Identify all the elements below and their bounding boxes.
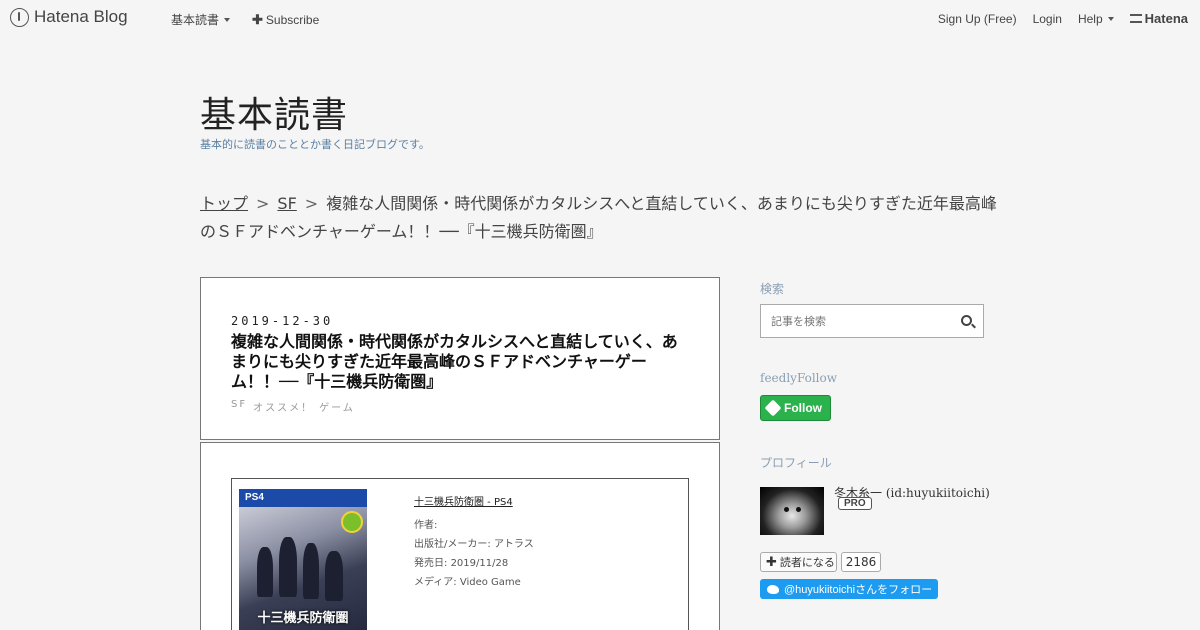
signup-link[interactable]: Sign Up (Free) (938, 12, 1017, 26)
breadcrumb-separator: > (304, 194, 319, 213)
publisher-value: アトラス (493, 539, 534, 550)
cover-figure (257, 547, 273, 597)
category-link[interactable]: SF (231, 399, 247, 414)
product-author: 作者: (414, 516, 534, 535)
search-input[interactable] (771, 315, 951, 328)
subscribe-label: Subscribe (265, 12, 320, 27)
product-info: 十三機兵防衛圏 - PS4 作者: 出版社/メーカー: アトラス 発売日: 20… (414, 493, 534, 592)
product-publisher: 出版社/メーカー: アトラス (414, 535, 534, 554)
blog-title[interactable]: 基本読書 (200, 86, 348, 138)
entry-body: PS4 十三機兵防衛圏 十三機兵防衛圏 - PS4 作者: 出版社/メーカー: … (200, 442, 720, 630)
feedly-follow-button[interactable]: Follow (760, 395, 831, 421)
author-label: 作者: (414, 520, 438, 531)
search-icon[interactable] (961, 315, 972, 326)
plus-icon: ✚ (252, 11, 263, 27)
twitter-bird-icon (767, 584, 779, 594)
nav-right: Sign Up (Free) Login Help Hatena (938, 11, 1188, 26)
caret-down-icon (224, 17, 231, 22)
breadcrumb-category-link[interactable]: SF (277, 194, 296, 213)
cover-title-logo: 十三機兵防衛圏 (257, 611, 349, 626)
become-reader-button[interactable]: ✚ 読者になる (760, 552, 837, 572)
entry-date[interactable]: 2019-12-30 (231, 314, 333, 328)
login-link[interactable]: Login (1033, 12, 1062, 26)
product-title-link[interactable]: 十三機兵防衛圏 - PS4 (414, 493, 534, 512)
top-navigation-bar: Hatena Blog 基本読書 ✚ Subscribe Sign Up (Fr… (0, 0, 1200, 36)
product-cover-image[interactable]: PS4 十三機兵防衛圏 (239, 489, 367, 630)
blog-menu-button[interactable]: 基本読書 (171, 11, 231, 28)
hatena-lines-icon (1129, 14, 1142, 23)
entry-header: 2019-12-30 複雑な人間関係・時代関係がカタルシスへと直結していく、あま… (200, 277, 720, 440)
nav-left: 基本読書 ✚ Subscribe (171, 11, 319, 28)
breadcrumb: トップ > SF > 複雑な人間関係・時代関係がカタルシスへと直結していく、あまりにも尖… (200, 190, 1000, 246)
category-link[interactable]: ゲーム (319, 399, 355, 414)
blog-menu-label: 基本読書 (171, 13, 220, 27)
publisher-label: 出版社/メーカー: (414, 539, 491, 550)
subscribe-button[interactable]: ✚ Subscribe (252, 11, 319, 28)
release-label: 発売日: (414, 558, 448, 569)
become-reader-label: 読者になる (779, 556, 835, 569)
hatena-blog-logo-icon (10, 7, 29, 27)
caret-down-icon (1107, 16, 1114, 21)
plus-icon: ✚ (766, 554, 777, 570)
cover-platform-band: PS4 (239, 489, 367, 507)
category-link[interactable]: オススメ！ (253, 399, 313, 414)
breadcrumb-home-link[interactable]: トップ (200, 194, 248, 213)
product-card: PS4 十三機兵防衛圏 十三機兵防衛圏 - PS4 作者: 出版社/メーカー: … (231, 478, 689, 630)
brand-label: Hatena Blog (34, 7, 128, 26)
release-value: 2019/11/28 (450, 558, 509, 569)
cover-figure (279, 537, 297, 597)
feedly-follow-label: Follow (784, 401, 822, 415)
cover-figure (303, 543, 319, 599)
search-box (760, 304, 984, 338)
hatena-logo-label: Hatena (1144, 11, 1188, 26)
product-release: 発売日: 2019/11/28 (414, 554, 534, 573)
media-value: Video Game (459, 577, 521, 588)
avatar-eye (784, 507, 789, 512)
reader-count[interactable]: 2186 (841, 552, 881, 572)
breadcrumb-current: 複雑な人間関係・時代関係がカタルシスへと直結していく、あまりにも尖りすぎた近年最… (200, 194, 997, 241)
avatar-eye (796, 507, 801, 512)
entry-title[interactable]: 複雑な人間関係・時代関係がカタルシスへと直結していく、あまりにも尖りすぎた近年最… (231, 332, 691, 392)
feedly-heading: feedlyFollow (760, 371, 838, 385)
avatar[interactable] (760, 487, 824, 535)
twitter-follow-label: @huyukiitoichiさんをフォロー (784, 584, 933, 596)
search-heading: 検索 (760, 282, 785, 296)
pro-badge[interactable]: PRO (838, 497, 872, 510)
entry-categories: SF オススメ！ ゲーム (231, 399, 355, 414)
product-media: メディア: Video Game (414, 573, 534, 592)
hatena-blog-brand[interactable]: Hatena Blog (10, 7, 128, 27)
help-menu-button[interactable]: Help (1078, 12, 1114, 26)
blog-description: 基本的に読書のこととか書く日記ブログです。 (200, 138, 430, 151)
breadcrumb-separator: > (256, 194, 270, 213)
media-label: メディア: (414, 577, 457, 588)
cover-figure (325, 551, 343, 601)
feedly-icon (764, 399, 782, 417)
hatena-logo[interactable]: Hatena (1129, 11, 1188, 26)
help-label: Help (1077, 11, 1103, 26)
twitter-follow-button[interactable]: @huyukiitoichiさんをフォロー (760, 579, 938, 599)
profile-heading: プロフィール (760, 456, 832, 470)
rating-badge-icon (341, 511, 363, 533)
